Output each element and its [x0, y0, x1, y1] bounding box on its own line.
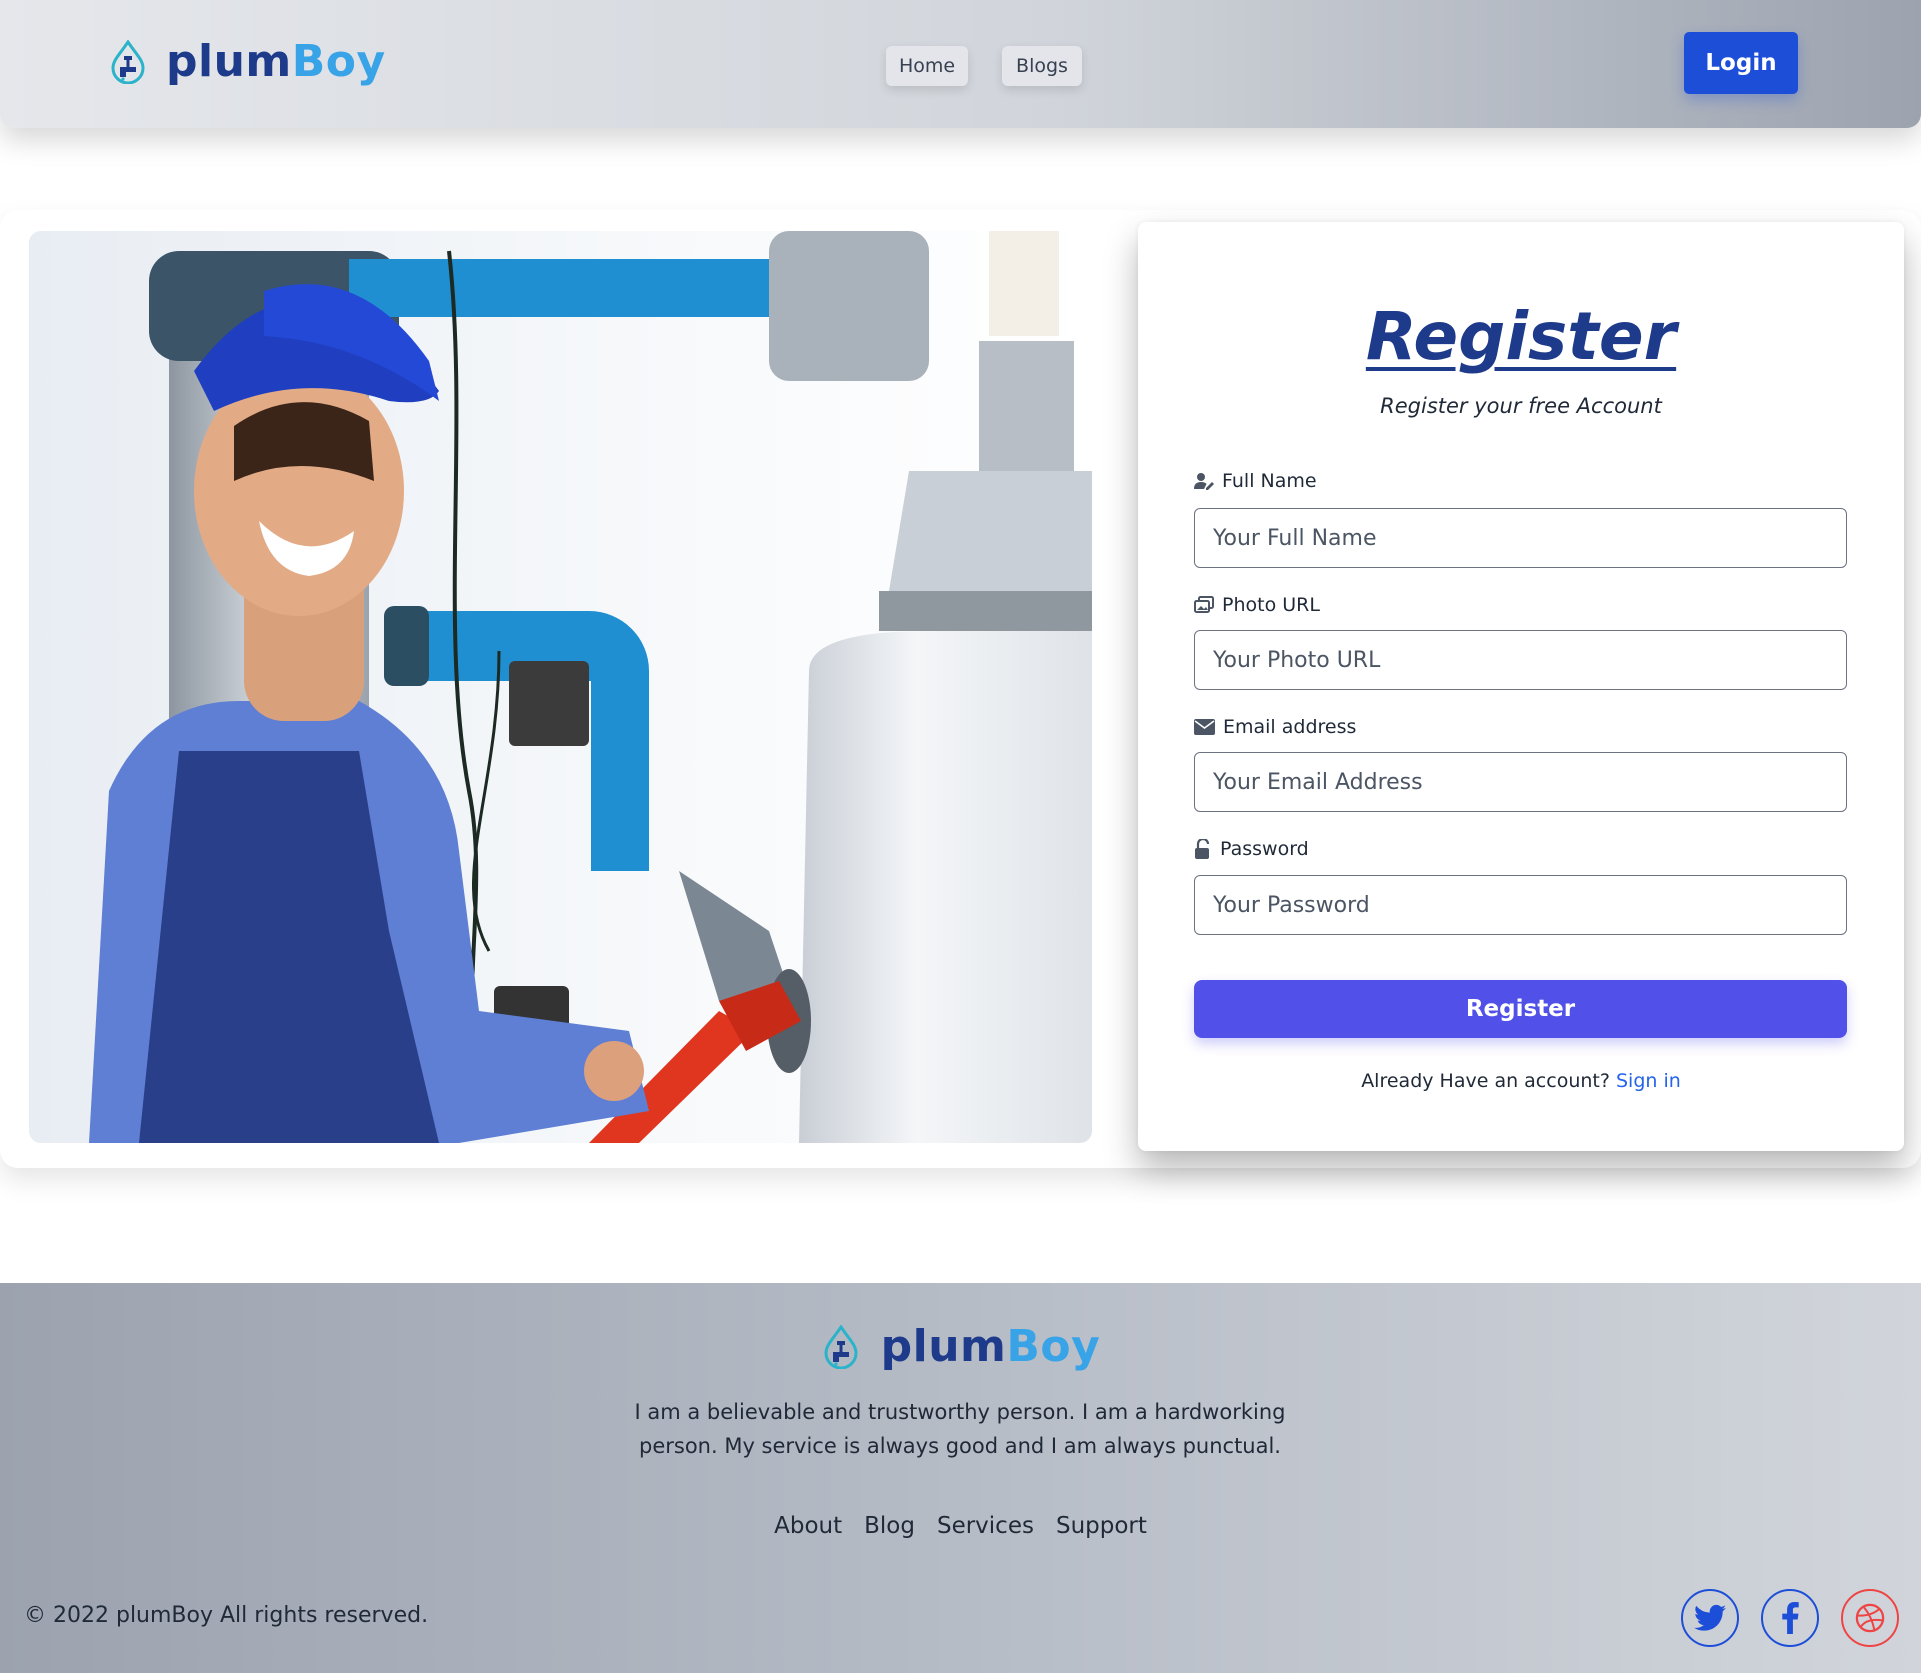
signin-link[interactable]: Sign in	[1616, 1070, 1681, 1092]
envelope-icon	[1194, 719, 1215, 735]
footer-link-support[interactable]: Support	[1056, 1513, 1147, 1539]
footer-link-about[interactable]: About	[774, 1513, 842, 1539]
nav-home[interactable]: Home	[886, 46, 968, 86]
photo-url-input[interactable]	[1194, 630, 1847, 690]
plumber-illustration	[29, 231, 1092, 1143]
register-title: Register	[1365, 298, 1677, 375]
brand-logo[interactable]: plumBoy	[108, 36, 386, 87]
nav-blogs[interactable]: Blogs	[1002, 46, 1082, 86]
login-button[interactable]: Login	[1684, 32, 1798, 94]
register-card: Register Register your free Account Full…	[1138, 222, 1904, 1151]
facebook-link[interactable]	[1761, 1589, 1819, 1647]
register-button[interactable]: Register	[1194, 980, 1847, 1038]
dribbble-link[interactable]	[1841, 1589, 1899, 1647]
twitter-link[interactable]	[1681, 1589, 1739, 1647]
footer-link-services[interactable]: Services	[937, 1513, 1034, 1539]
image-icon	[1194, 596, 1214, 613]
photo-url-label: Photo URL	[1194, 594, 1320, 616]
signin-prompt: Already Have an account? Sign in	[1361, 1070, 1681, 1092]
password-input[interactable]	[1194, 875, 1847, 935]
email-input[interactable]	[1194, 752, 1847, 812]
footer-brand[interactable]: plumBoy	[0, 1321, 1921, 1372]
footer-links: About Blog Services Support	[0, 1513, 1921, 1539]
footer-link-blog[interactable]: Blog	[864, 1513, 915, 1539]
email-label: Email address	[1194, 716, 1356, 738]
footer-brand-name: plumBoy	[880, 1321, 1101, 1372]
user-edit-icon	[1194, 473, 1214, 490]
brand-name: plumBoy	[166, 36, 386, 87]
password-label: Password	[1194, 838, 1309, 860]
footer: plumBoy I am a believable and trustworth…	[0, 1283, 1921, 1673]
hero-image-plumber	[29, 231, 1092, 1143]
unlock-icon	[1195, 839, 1210, 859]
twitter-icon	[1694, 1604, 1726, 1631]
dribbble-icon	[1855, 1603, 1885, 1633]
footer-description: I am a believable and trustworthy person…	[634, 1400, 1286, 1458]
facebook-icon	[1782, 1602, 1799, 1634]
faucet-logo-icon	[824, 1324, 858, 1369]
register-subtitle: Register your free Account	[1380, 394, 1662, 418]
full-name-label: Full Name	[1194, 470, 1317, 492]
faucet-logo-icon	[111, 39, 145, 84]
copyright-text: © 2022 plumBoy All rights reserved.	[24, 1603, 429, 1628]
full-name-input[interactable]	[1194, 508, 1847, 568]
navbar: plumBoy Home Blogs Login	[0, 0, 1921, 128]
